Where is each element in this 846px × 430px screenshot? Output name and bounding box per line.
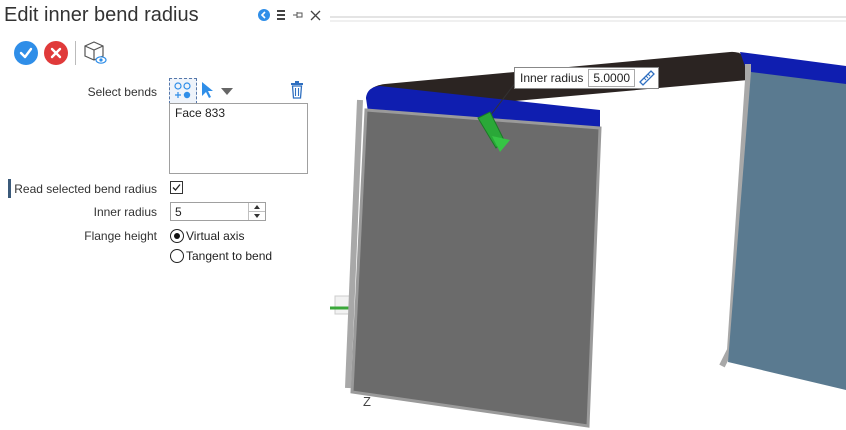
check-icon <box>19 47 33 59</box>
cancel-button[interactable] <box>44 41 68 65</box>
preview-button[interactable] <box>82 40 108 66</box>
pin-icon[interactable] <box>292 9 304 24</box>
inner-radius-spinner[interactable]: 5 <box>170 202 266 221</box>
select-bends-label: Select bends <box>87 85 157 99</box>
chevron-down-icon <box>221 88 233 95</box>
bends-listbox[interactable]: Face 833 <box>169 103 308 174</box>
panel-title: Edit inner bend radius <box>4 4 199 26</box>
multi-select-icon <box>174 82 191 99</box>
spinner-buttons <box>248 203 265 220</box>
collapse-icon[interactable] <box>258 9 270 24</box>
x-icon <box>50 47 62 59</box>
tooltip-value[interactable]: 5.0000 <box>588 69 636 87</box>
toolbar-divider <box>75 41 76 65</box>
caret-up-icon <box>254 205 260 209</box>
part-model: Z <box>330 16 846 428</box>
pointer-select-button[interactable] <box>199 80 215 100</box>
caret-down-icon <box>254 214 260 218</box>
radio-tangent-to-bend[interactable] <box>170 249 184 263</box>
list-item[interactable]: Face 833 <box>170 104 307 122</box>
clear-selection-button[interactable] <box>289 80 305 100</box>
select-bends-toggle[interactable] <box>169 78 197 104</box>
measure-button[interactable] <box>638 69 656 87</box>
tooltip-label: Inner radius <box>520 71 584 85</box>
checkmark-icon <box>172 184 181 191</box>
spin-down-button[interactable] <box>249 212 265 220</box>
radio-virtual-axis-label[interactable]: Virtual axis <box>186 229 244 243</box>
panel-header-icons <box>258 9 321 24</box>
radio-virtual-axis[interactable] <box>170 229 184 243</box>
cursor-arrow-icon <box>202 82 213 98</box>
property-panel: Edit inner bend radius Select bends Face… <box>0 0 330 430</box>
inner-radius-value[interactable]: 5 <box>175 205 182 219</box>
close-icon[interactable] <box>310 10 321 24</box>
front-flange <box>350 108 602 428</box>
flange-height-label: Flange height <box>84 229 157 243</box>
menu-icon[interactable] <box>276 9 286 24</box>
inner-radius-label: Inner radius <box>93 205 157 219</box>
accent-bar <box>8 179 11 198</box>
inner-radius-tooltip[interactable]: Inner radius 5.0000 <box>514 67 660 89</box>
read-selected-label: Read selected bend radius <box>14 182 157 196</box>
preview-icon <box>84 41 107 64</box>
axis-z-label: Z <box>363 394 371 409</box>
radio-tangent-to-bend-label[interactable]: Tangent to bend <box>186 249 272 263</box>
accept-button[interactable] <box>14 41 38 65</box>
trash-icon <box>291 81 303 99</box>
read-selected-checkbox[interactable] <box>170 181 183 194</box>
ruler-icon <box>639 70 655 86</box>
select-dropdown-button[interactable] <box>219 84 235 96</box>
3d-viewport[interactable]: Z <box>330 0 846 430</box>
spin-up-button[interactable] <box>249 203 265 212</box>
